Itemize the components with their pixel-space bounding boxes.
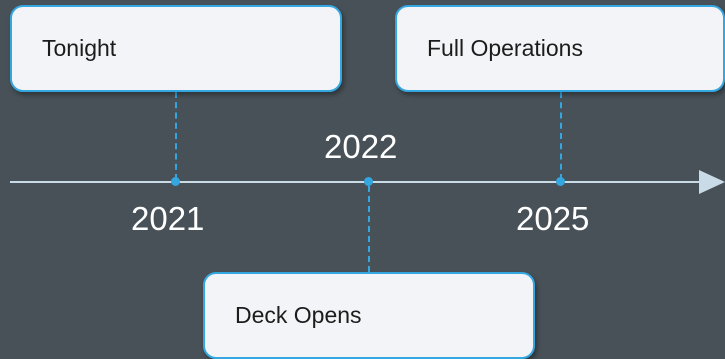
connector-line (175, 92, 177, 180)
timeline-marker (171, 177, 180, 186)
event-card: Deck Opens (203, 272, 535, 359)
event-label: Full Operations (427, 35, 583, 61)
timeline-marker (364, 177, 373, 186)
event-label: Tonight (42, 35, 117, 61)
event-card: Tonight (10, 5, 342, 92)
arrow-right-icon (699, 170, 725, 194)
year-label: 2025 (516, 200, 590, 237)
event-card: Full Operations (395, 5, 725, 92)
year-label: 2021 (131, 200, 205, 237)
year-label: 2022 (324, 128, 398, 165)
connector-line (368, 186, 370, 272)
timeline-axis (10, 181, 702, 183)
timeline-marker (556, 177, 565, 186)
connector-line (560, 92, 562, 180)
event-label: Deck Opens (235, 302, 362, 328)
